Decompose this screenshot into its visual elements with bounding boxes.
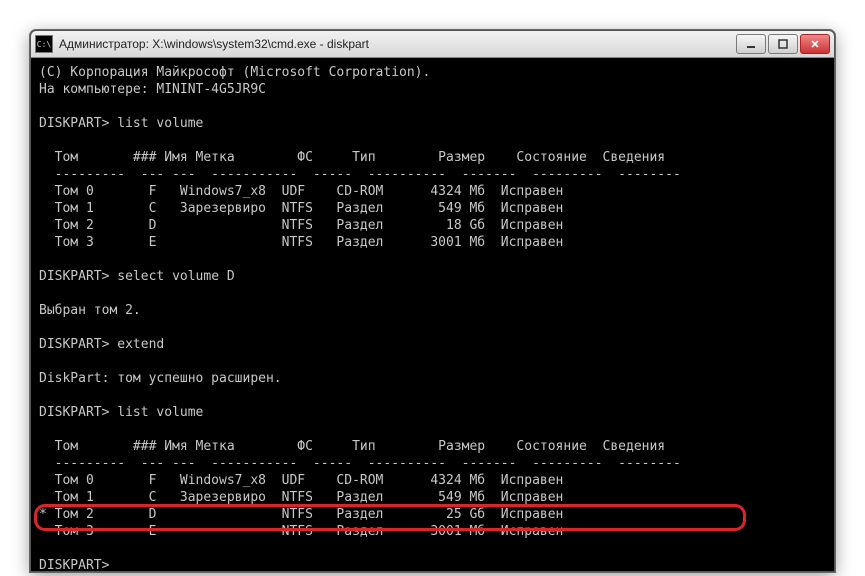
maximize-button[interactable] (768, 34, 798, 54)
window-title: Администратор: X:\windows\system32\cmd.e… (59, 37, 730, 51)
table-row: Том 1 C Зарезервиро NTFS Раздел 549 Мб И… (39, 200, 826, 217)
prompt-final: DISKPART> (39, 557, 826, 572)
prompt-extend: DISKPART> extend (39, 336, 826, 353)
table-row: * Том 2 D NTFS Раздел 25 Gб Исправен (39, 506, 826, 523)
close-button[interactable] (800, 34, 830, 54)
window-controls (736, 34, 830, 54)
extend-msg: DiskPart: том успешно расширен. (39, 370, 826, 387)
table-header-2: Том ### Имя Метка ФС Тип Размер Состояни… (39, 438, 826, 455)
highlighted-row: * Том 2 D NTFS Раздел 25 Gб Исправен (39, 506, 826, 523)
prompt-select: DISKPART> select volume D (39, 268, 826, 285)
table-row: Том 0 F Windows7_x8 UDF CD-ROM 4324 Мб И… (39, 183, 826, 200)
selected-msg: Выбран том 2. (39, 302, 826, 319)
minimize-button[interactable] (736, 34, 766, 54)
table-row: Том 2 D NTFS Раздел 18 Gб Исправен (39, 217, 826, 234)
cmd-icon: C:\ (35, 35, 53, 53)
host-line: На компьютере: MININT-4G5JR9C (39, 81, 826, 98)
prompt-list1: DISKPART> list volume (39, 115, 826, 132)
cmd-window: C:\ Администратор: X:\windows\system32\c… (30, 30, 835, 572)
table-row: Том 0 F Windows7_x8 UDF CD-ROM 4324 Мб И… (39, 472, 826, 489)
table-header-1: Том ### Имя Метка ФС Тип Размер Состояни… (39, 149, 826, 166)
table-divider-2: --------- --- --- ----------- ----- ----… (39, 455, 826, 472)
prompt-list2: DISKPART> list volume (39, 404, 826, 421)
terminal-output[interactable]: (C) Корпорация Майкрософт (Microsoft Cor… (31, 58, 834, 572)
table-row: Том 3 E NTFS Раздел 3001 Мб Исправен (39, 234, 826, 251)
copyright-line: (C) Корпорация Майкрософт (Microsoft Cor… (39, 64, 826, 81)
table-divider-1: --------- --- --- ----------- ----- ----… (39, 166, 826, 183)
table-row: Том 1 C Зарезервиро NTFS Раздел 549 Мб И… (39, 489, 826, 506)
table-row: Том 3 E NTFS Раздел 3001 Мб Исправен (39, 523, 826, 540)
titlebar[interactable]: C:\ Администратор: X:\windows\system32\c… (31, 31, 834, 58)
